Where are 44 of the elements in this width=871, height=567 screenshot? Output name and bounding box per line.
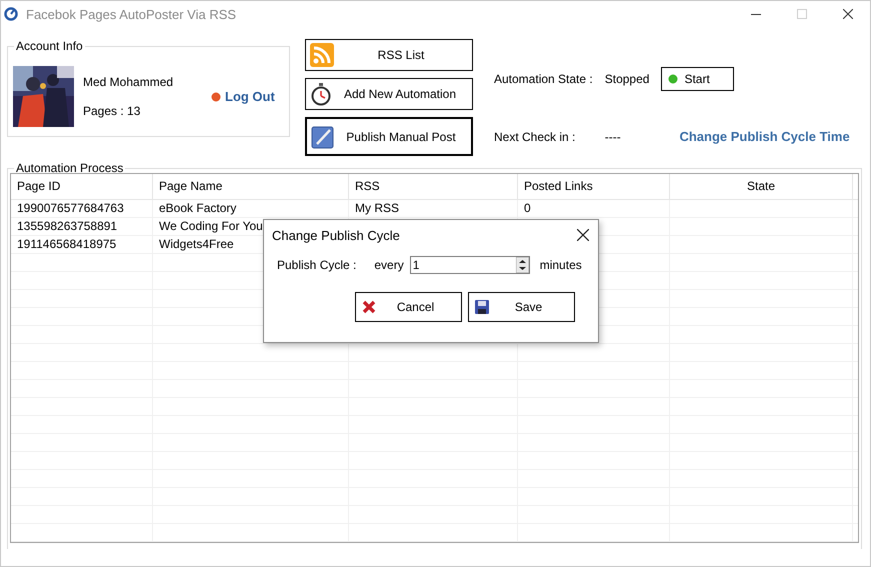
close-icon [843, 9, 853, 19]
table-cell: 1990076577684763 [11, 200, 153, 217]
column-header[interactable]: RSS [349, 174, 518, 199]
table-cell: 0 [518, 200, 670, 217]
minutes-label: minutes [540, 258, 582, 272]
spin-arrows-icon[interactable] [516, 257, 529, 273]
status-dot-icon [668, 74, 678, 84]
action-button[interactable]: Publish Manual Post [305, 117, 473, 156]
every-label: every [374, 258, 404, 272]
pages-count: Pages : 13 [83, 104, 142, 118]
table-cell: My RSS [349, 200, 518, 217]
account-name: Med Mohammed [83, 75, 174, 89]
save-button[interactable]: Save [468, 292, 575, 322]
save-icon [475, 300, 489, 314]
table-cell: eBook Factory [153, 200, 349, 217]
app-icon [4, 7, 18, 21]
cancel-icon [362, 300, 376, 314]
cancel-button[interactable]: Cancel [355, 292, 462, 322]
automation-state: Stopped [604, 72, 650, 86]
table-cell: 191146568418975 [11, 236, 153, 253]
column-header[interactable]: Posted Links [518, 174, 670, 199]
start-button[interactable]: Start [661, 67, 734, 91]
next-check-value: ---- [604, 130, 622, 144]
table-cell: 135598263758891 [11, 218, 153, 235]
window-title: Facebok Pages AutoPoster Via RSS [26, 6, 238, 22]
column-header[interactable]: Page Name [153, 174, 349, 199]
change-cycle-link[interactable]: Change Publish Cycle Time [679, 129, 850, 144]
cycle-spin-field[interactable]: 1 [410, 256, 530, 274]
logout-link[interactable]: Log Out [211, 89, 275, 104]
column-header[interactable]: Page ID [11, 174, 153, 199]
field-label: Publish Cycle : [277, 258, 356, 272]
rss-icon [310, 43, 334, 67]
column-header[interactable]: State [670, 174, 853, 199]
automation-state-label: Automation State : [494, 72, 593, 86]
group-title: Account Info [14, 39, 85, 53]
pencil-icon [311, 124, 335, 148]
dot-icon [211, 92, 221, 102]
action-button[interactable]: RSS List [305, 39, 473, 71]
maximize-icon [797, 9, 807, 19]
action-button[interactable]: Add New Automation [305, 78, 473, 110]
next-check-label: Next Check in : [494, 130, 576, 144]
stopwatch-icon [310, 82, 332, 106]
close-icon [577, 229, 589, 241]
group-title: Automation Process [14, 161, 126, 175]
